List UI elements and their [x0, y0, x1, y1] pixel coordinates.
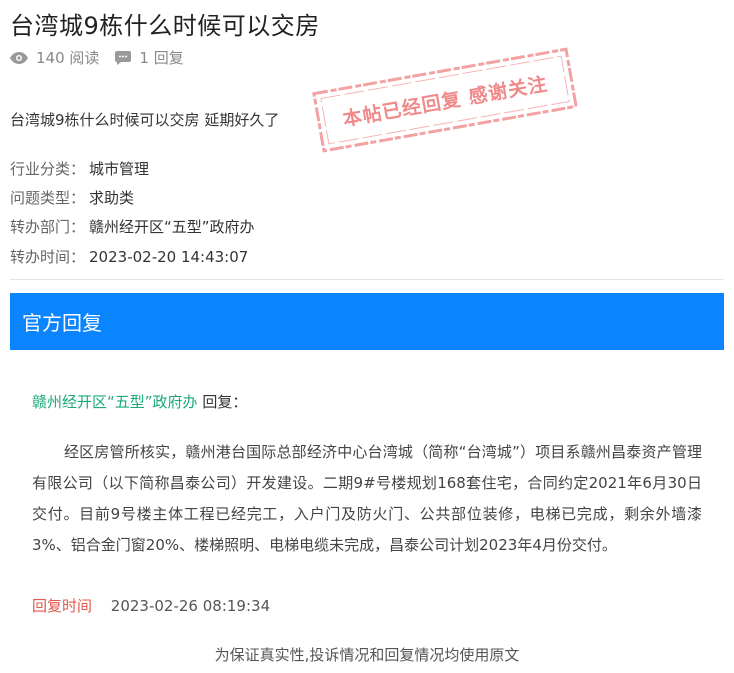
info-value: 求助类 [89, 189, 135, 207]
info-value: 城市管理 [89, 160, 150, 178]
reply-department: 赣州经开区“五型”政府办 回复： [32, 391, 247, 412]
eye-icon [10, 51, 28, 64]
info-row-time: 转办时间： 2023-02-20 14:43:07 [10, 246, 248, 267]
post-meta: 140 阅读 1 回复 [10, 47, 184, 68]
info-label: 转办时间： [10, 248, 86, 266]
info-value: 赣州经开区“五型”政府办 [89, 218, 255, 236]
info-value: 2023-02-20 14:43:07 [89, 248, 249, 266]
post-body: 台湾城9栋什么时候可以交房 延期好久了 [10, 111, 280, 129]
reply-time-label: 回复时间 [32, 597, 93, 615]
divider [10, 279, 724, 280]
info-label: 问题类型： [10, 189, 86, 207]
view-count: 140 阅读 [36, 49, 100, 67]
stamp-text: 本帖已经回复 感谢关注 [341, 72, 550, 131]
footer-note: 为保证真实性,投诉情况和回复情况均使用原文 [214, 646, 520, 664]
info-row-type: 问题类型： 求助类 [10, 187, 134, 208]
reply-suffix: 回复： [202, 393, 248, 411]
info-label: 行业分类： [10, 160, 86, 178]
reply-count: 1 回复 [139, 49, 184, 67]
info-row-category: 行业分类： 城市管理 [10, 158, 149, 179]
reply-time: 回复时间 2023-02-26 08:19:34 [32, 595, 270, 616]
info-row-department: 转办部门： 赣州经开区“五型”政府办 [10, 216, 255, 237]
info-label: 转办部门： [10, 218, 86, 236]
page-title: 台湾城9栋什么时候可以交房 [10, 12, 320, 40]
reply-time-value: 2023-02-26 08:19:34 [110, 597, 271, 615]
official-reply-header: 官方回复 [10, 293, 724, 350]
comment-icon [115, 50, 132, 65]
reply-content: 经区房管所核实，赣州港台国际总部经济中心台湾城（简称“台湾城”）项目系赣州昌泰资… [32, 443, 702, 554]
replied-stamp: 本帖已经回复 感谢关注 [310, 46, 579, 155]
department-name: 赣州经开区“五型”政府办 [32, 393, 198, 411]
